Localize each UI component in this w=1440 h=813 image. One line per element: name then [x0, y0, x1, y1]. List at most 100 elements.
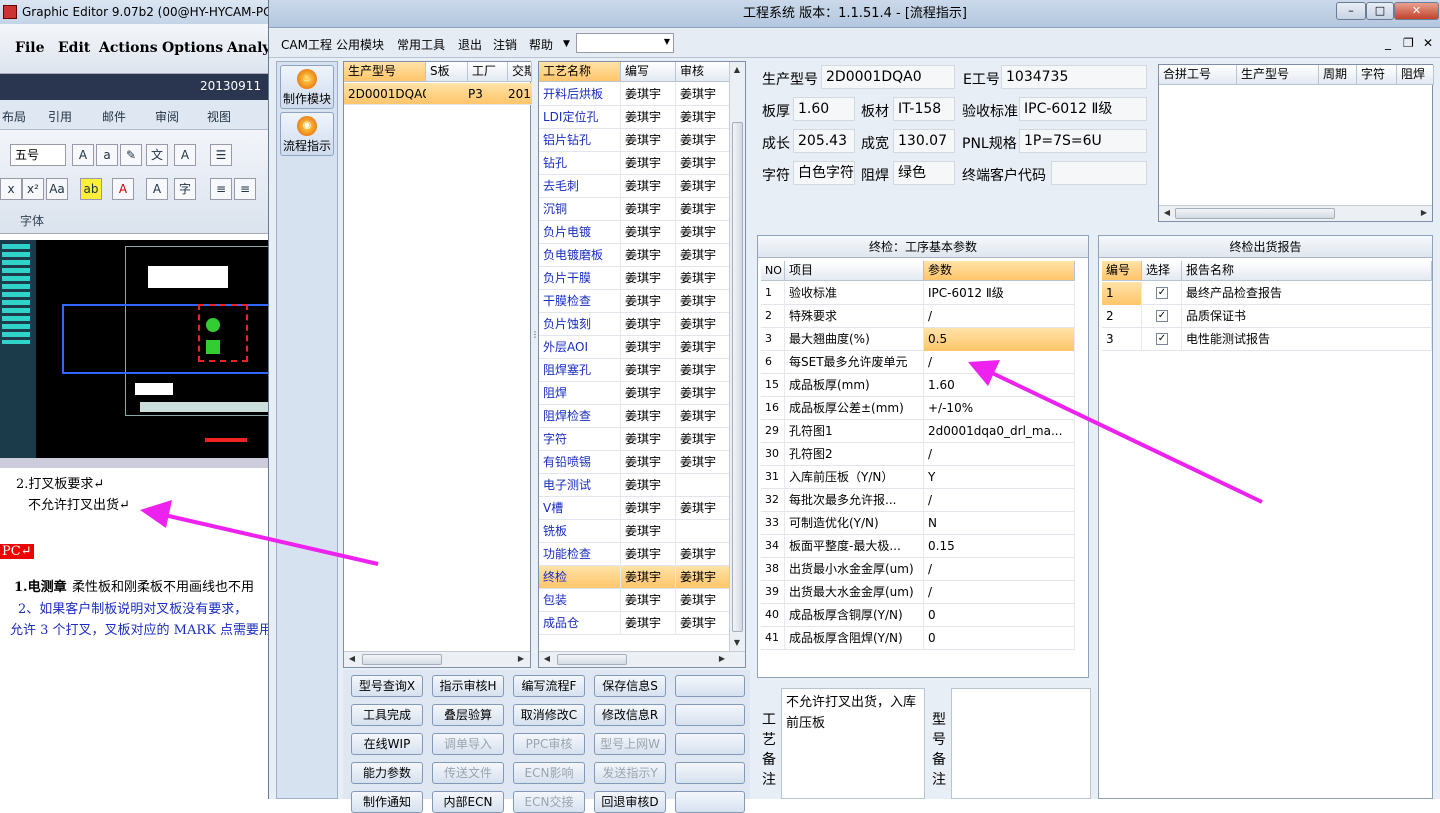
- scroll-thumb[interactable]: [557, 654, 627, 665]
- highlight-icon[interactable]: ab: [80, 178, 102, 200]
- splitter-icon[interactable]: ⋮: [531, 330, 539, 342]
- action-button-1-3[interactable]: 修改信息R: [594, 704, 666, 726]
- table-row[interactable]: 字符 姜琪宇 姜琪宇: [539, 428, 731, 451]
- char-field[interactable]: 白色字符: [793, 161, 855, 185]
- table-row[interactable]: 6 每SET最多允许废单元 /: [761, 351, 1075, 374]
- col-writer[interactable]: 编写: [621, 62, 676, 82]
- table-row[interactable]: 39 出货最大水金金厚(um) /: [761, 581, 1075, 604]
- col-reviewer[interactable]: 审核: [676, 62, 731, 82]
- wid-field[interactable]: 130.07: [893, 129, 955, 153]
- action-button-4-1[interactable]: 内部ECN: [432, 791, 504, 813]
- table-row[interactable]: 41 成品板厚含阻焊(Y/N) 0: [761, 627, 1075, 650]
- col-report-name[interactable]: 报告名称: [1182, 261, 1432, 281]
- change-case-icon[interactable]: Aa: [46, 178, 68, 200]
- table-row[interactable]: 沉铜 姜琪宇 姜琪宇: [539, 198, 731, 221]
- table-row[interactable]: 开料后烘板 姜琪宇 姜琪宇: [539, 83, 731, 106]
- std-field[interactable]: IPC-6012 Ⅱ级: [1019, 97, 1147, 121]
- table-row[interactable]: 16 成品板厚公差±(mm) +/-10%: [761, 397, 1075, 420]
- ribbon-tab-view[interactable]: 视图: [207, 108, 231, 125]
- table-row[interactable]: 38 出货最小水金金厚(um) /: [761, 558, 1075, 581]
- ribbon-tab-ref[interactable]: 引用: [48, 108, 72, 125]
- menu-overflow-icon[interactable]: ▼: [563, 39, 570, 49]
- col-merge-mask[interactable]: 阻焊: [1397, 65, 1434, 85]
- len-field[interactable]: 205.43: [793, 129, 855, 153]
- table-row[interactable]: 铣板 姜琪宇: [539, 520, 731, 543]
- thick-field[interactable]: 1.60: [793, 97, 855, 121]
- table-row[interactable]: 去毛刺 姜琪宇 姜琪宇: [539, 175, 731, 198]
- font-color-icon[interactable]: A: [112, 178, 134, 200]
- scroll-thumb[interactable]: [1175, 208, 1335, 219]
- font-size-select[interactable]: 五号: [10, 144, 66, 166]
- process-remark-text[interactable]: 不允许打叉出货，入库前压板: [781, 688, 925, 799]
- bg-menu-actions[interactable]: Actions: [99, 40, 158, 56]
- param-cell[interactable]: +/-10%: [924, 397, 1075, 420]
- close-button[interactable]: ✕: [1394, 2, 1439, 20]
- table-row[interactable]: 40 成品板厚含铜厚(Y/N) 0: [761, 604, 1075, 627]
- nav-make-module[interactable]: ♨ 制作模块: [280, 65, 334, 109]
- col-s-board[interactable]: S板: [426, 62, 468, 82]
- table-row[interactable]: 有铅喷锡 姜琪宇 姜琪宇: [539, 451, 731, 474]
- table-row[interactable]: 成品仓 姜琪宇 姜琪宇: [539, 612, 731, 635]
- cust-field[interactable]: [1051, 161, 1147, 185]
- action-button-2-2[interactable]: PPC审核: [513, 733, 585, 755]
- menu-combo-box[interactable]: ▼: [576, 33, 674, 53]
- table-row[interactable]: 阻焊 姜琪宇 姜琪宇: [539, 382, 731, 405]
- col-model[interactable]: 生产型号: [344, 62, 426, 82]
- table-row[interactable]: 负片蚀刻 姜琪宇 姜琪宇: [539, 313, 731, 336]
- param-cell[interactable]: IPC-6012 Ⅱ级: [924, 282, 1075, 305]
- table-row[interactable]: 钻孔 姜琪宇 姜琪宇: [539, 152, 731, 175]
- process-h-scrollbar[interactable]: ◀ ▶: [539, 651, 745, 667]
- action-button-4-0[interactable]: 制作通知: [351, 791, 423, 813]
- action-button-1-4[interactable]: [675, 704, 745, 726]
- action-button-4-2[interactable]: ECN交接: [513, 791, 585, 813]
- table-row[interactable]: 3 最大翘曲度(%) 0.5: [761, 328, 1075, 351]
- bg-menu-file[interactable]: File: [15, 40, 44, 56]
- action-button-1-1[interactable]: 叠层验算: [432, 704, 504, 726]
- param-cell[interactable]: /: [924, 489, 1075, 512]
- col-factory[interactable]: 工厂: [468, 62, 508, 82]
- param-cell[interactable]: 0: [924, 627, 1075, 650]
- table-row[interactable]: 负电镀磨板 姜琪宇 姜琪宇: [539, 244, 731, 267]
- scroll-up-icon[interactable]: ▲: [730, 63, 744, 77]
- enclose-char-icon[interactable]: 字: [174, 178, 196, 200]
- shrink-font-icon[interactable]: a: [96, 144, 118, 166]
- checkbox[interactable]: ✓: [1156, 310, 1168, 322]
- table-row[interactable]: 1 ✓ 最终产品检查报告: [1102, 282, 1432, 305]
- table-row[interactable]: 2 特殊要求 /: [761, 305, 1075, 328]
- table-row[interactable]: 铝片钻孔 姜琪宇 姜琪宇: [539, 129, 731, 152]
- bg-menu-options[interactable]: Options: [162, 40, 223, 56]
- col-merge-no[interactable]: 合拼工号: [1159, 65, 1237, 85]
- table-row[interactable]: 包装 姜琪宇 姜琪宇: [539, 589, 731, 612]
- action-button-3-1[interactable]: 传送文件: [432, 762, 504, 784]
- action-button-3-2[interactable]: ECN影响: [513, 762, 585, 784]
- col-process-name[interactable]: 工艺名称: [539, 62, 621, 82]
- menu-common-module[interactable]: 公用模块: [336, 36, 384, 53]
- scroll-right-icon[interactable]: ▶: [514, 652, 528, 666]
- param-cell[interactable]: Y: [924, 466, 1075, 489]
- table-row[interactable]: 15 成品板厚(mm) 1.60: [761, 374, 1075, 397]
- mdi-close-button[interactable]: ✕: [1423, 36, 1433, 50]
- action-button-3-0[interactable]: 能力参数: [351, 762, 423, 784]
- action-button-3-3[interactable]: 发送指示Y: [594, 762, 666, 784]
- table-row[interactable]: 31 入库前压板（Y/N） Y: [761, 466, 1075, 489]
- mdi-restore-button[interactable]: ❐: [1403, 36, 1414, 50]
- ribbon-tab-review[interactable]: 审阅: [155, 108, 179, 125]
- menu-cam[interactable]: CAM工程: [281, 36, 332, 53]
- param-cell[interactable]: 2d0001dqa0_drl_ma...: [924, 420, 1075, 443]
- table-row[interactable]: 负片电镀 姜琪宇 姜琪宇: [539, 221, 731, 244]
- table-row[interactable]: V槽 姜琪宇 姜琪宇: [539, 497, 731, 520]
- scroll-left-icon[interactable]: ◀: [540, 652, 554, 666]
- col-report-no[interactable]: 编号: [1102, 261, 1142, 281]
- checkbox[interactable]: ✓: [1156, 287, 1168, 299]
- pnl-field[interactable]: 1P=7S=6U: [1019, 129, 1147, 153]
- action-button-0-4[interactable]: [675, 675, 745, 697]
- char-border-icon[interactable]: A: [174, 144, 196, 166]
- table-row[interactable]: 2D0001DQA0 P3 201: [344, 83, 532, 105]
- scroll-thumb[interactable]: [362, 654, 442, 665]
- action-button-3-4[interactable]: [675, 762, 745, 784]
- mask-field[interactable]: 绿色: [893, 161, 955, 185]
- table-row[interactable]: 终检 姜琪宇 姜琪宇: [539, 566, 731, 589]
- action-button-0-3[interactable]: 保存信息S: [594, 675, 666, 697]
- col-delivery[interactable]: 交期: [508, 62, 532, 82]
- action-button-2-0[interactable]: 在线WIP: [351, 733, 423, 755]
